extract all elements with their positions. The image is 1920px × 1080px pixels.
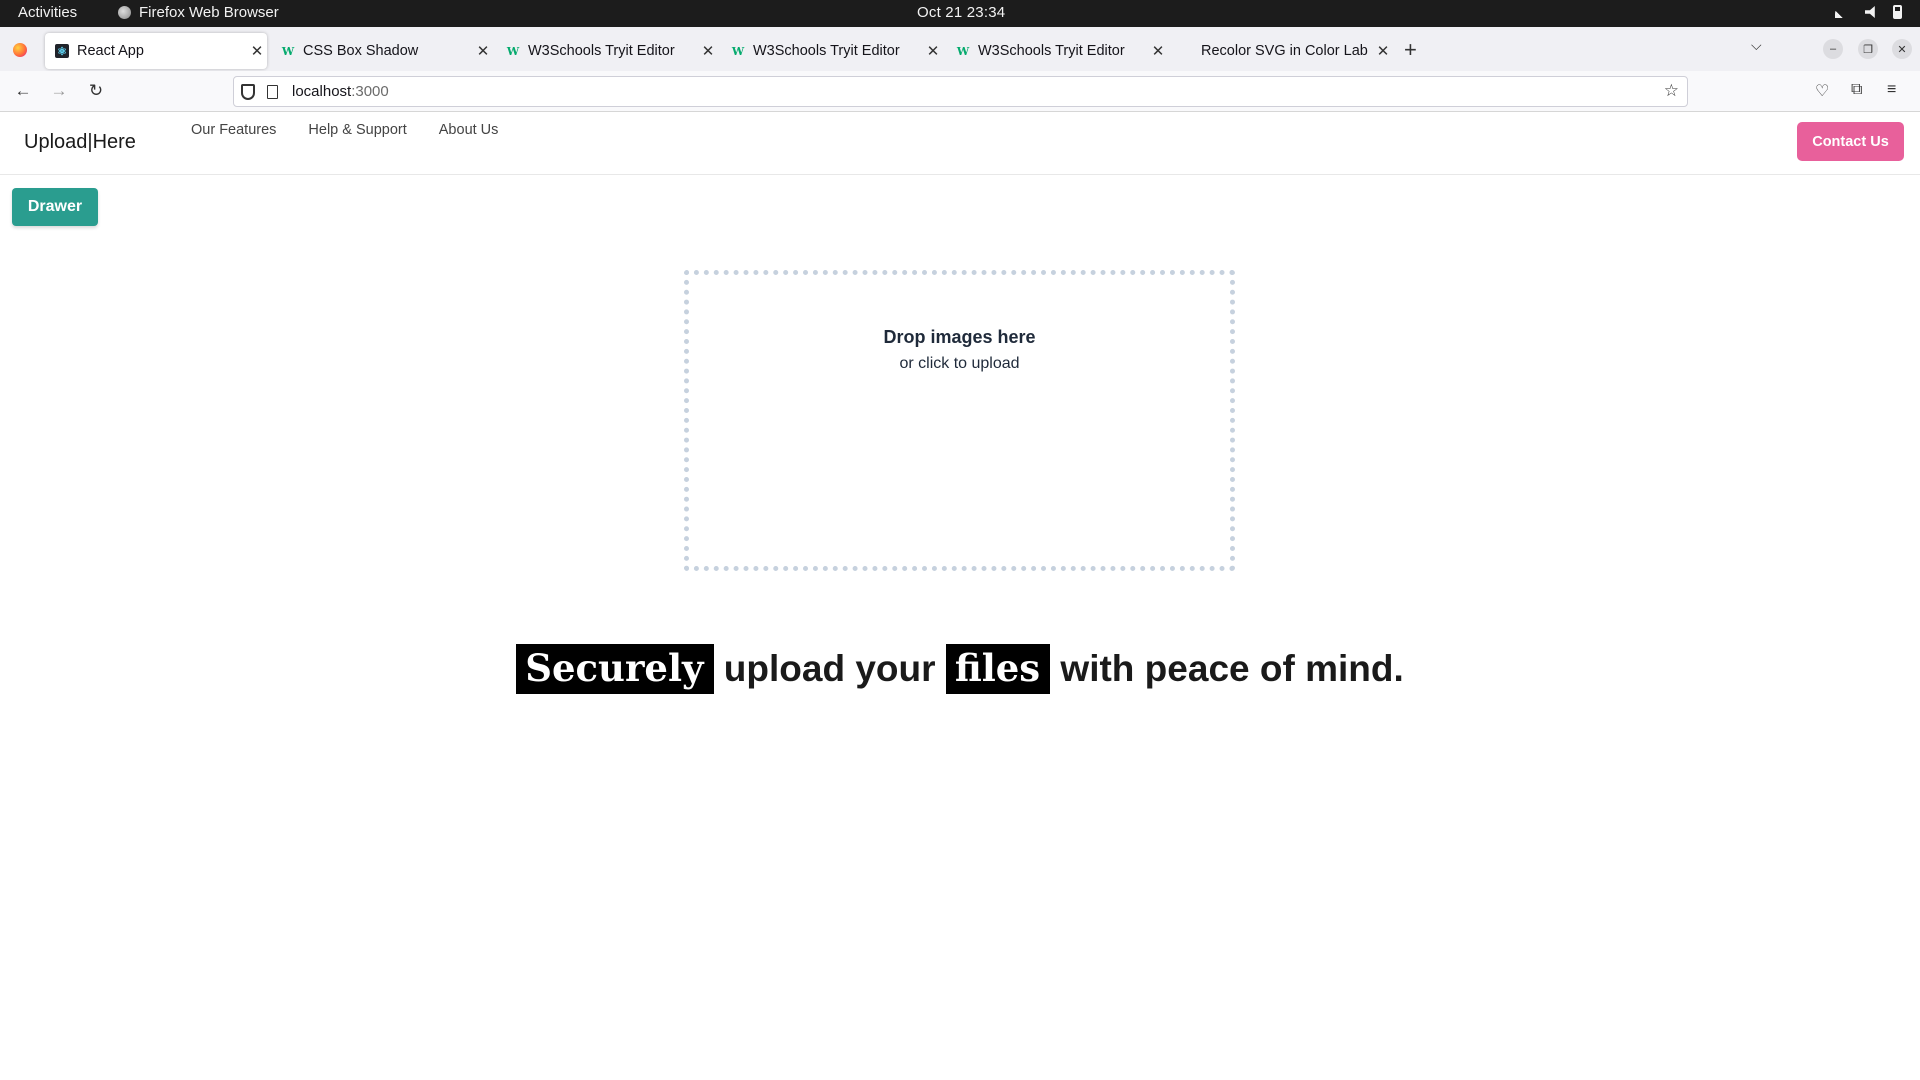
react-icon: ⚛: [55, 44, 69, 58]
volume-icon: [1865, 6, 1875, 18]
dropzone-title: Drop images here: [883, 327, 1036, 347]
extensions-icon[interactable]: ⧉: [1851, 81, 1862, 99]
w3schools-icon: W: [956, 44, 970, 58]
tab-css-box-shadow[interactable]: W CSS Box Shadow ✕: [271, 33, 493, 69]
url-host: localhost: [292, 83, 352, 100]
close-icon[interactable]: ✕: [1373, 42, 1393, 60]
close-window-icon[interactable]: ✕: [1892, 39, 1912, 59]
app-name-label: Firefox Web Browser: [139, 4, 279, 21]
new-tab-icon[interactable]: +: [1404, 37, 1417, 63]
nav-about-us[interactable]: About Us: [439, 122, 499, 138]
tab-w3schools-1[interactable]: W W3Schools Tryit Editor ✕: [496, 33, 718, 69]
forward-icon[interactable]: →: [47, 79, 71, 103]
contact-us-button[interactable]: Contact Us: [1797, 122, 1904, 161]
tab-strip: ⚛ React App ✕ W CSS Box Shadow ✕ W W3Sch…: [0, 27, 1920, 71]
nav-our-features[interactable]: Our Features: [191, 122, 276, 138]
url-text[interactable]: localhost:3000: [292, 83, 389, 100]
firefox-view-icon[interactable]: [13, 43, 27, 57]
system-tray[interactable]: [1835, 5, 1902, 19]
app-menu[interactable]: Firefox Web Browser: [118, 4, 279, 21]
app-header: Upload|Here Our Features Help & Support …: [0, 112, 1920, 175]
w3schools-icon: W: [731, 44, 745, 58]
wifi-icon: [1835, 6, 1851, 18]
tab-title: W3Schools Tryit Editor: [753, 43, 900, 59]
close-icon[interactable]: ✕: [1148, 42, 1168, 60]
shield-icon[interactable]: [241, 83, 255, 100]
chevron-down-icon[interactable]: ⌵: [1751, 37, 1762, 54]
main-nav: Our Features Help & Support About Us: [191, 122, 498, 138]
url-port: :3000: [351, 83, 389, 100]
tagline: Securely upload your files with peace of…: [0, 644, 1920, 694]
tab-w3schools-3[interactable]: W W3Schools Tryit Editor ✕: [946, 33, 1168, 69]
close-icon[interactable]: ✕: [923, 42, 943, 60]
tagline-text-1: upload your: [713, 648, 946, 689]
reload-icon[interactable]: ↻: [84, 79, 108, 103]
close-icon[interactable]: ✕: [247, 42, 267, 60]
drawer-button[interactable]: Drawer: [12, 188, 98, 226]
page-icon[interactable]: [267, 84, 278, 99]
tab-title: React App: [77, 43, 144, 59]
tab-title: CSS Box Shadow: [303, 43, 419, 59]
tab-title: W3Schools Tryit Editor: [528, 43, 675, 59]
w3schools-icon: W: [506, 44, 520, 58]
system-top-bar: Activities Firefox Web Browser Oct 21 23…: [0, 0, 1920, 27]
upload-dropzone[interactable]: Drop images here or click to upload: [684, 270, 1235, 571]
w3schools-icon: W: [281, 44, 295, 58]
bookmark-star-icon[interactable]: ☆: [1664, 81, 1679, 101]
activities-button[interactable]: Activities: [18, 4, 77, 21]
menu-icon[interactable]: ≡: [1887, 81, 1896, 99]
url-bar[interactable]: localhost:3000 ☆: [233, 76, 1688, 107]
tagline-highlight-files: files: [945, 644, 1051, 694]
close-icon[interactable]: ✕: [473, 42, 493, 60]
nav-toolbar: ← → ↻ localhost:3000 ☆ ♡ ⧉ ≡: [0, 71, 1920, 112]
dropzone-subtitle: or click to upload: [899, 355, 1020, 372]
tagline-text-2: with peace of mind.: [1050, 648, 1404, 689]
brand-logo[interactable]: Upload|Here: [24, 131, 136, 154]
tab-title: Recolor SVG in Color Lab: [1201, 43, 1368, 59]
tab-w3schools-2[interactable]: W W3Schools Tryit Editor ✕: [721, 33, 943, 69]
firefox-icon: [118, 6, 131, 19]
battery-icon: [1893, 5, 1902, 19]
clock[interactable]: Oct 21 23:34: [917, 4, 1005, 21]
restore-icon[interactable]: ❐: [1858, 39, 1878, 59]
tagline-highlight-securely: Securely: [516, 644, 714, 694]
back-icon[interactable]: ←: [11, 79, 35, 103]
tab-title: W3Schools Tryit Editor: [978, 43, 1125, 59]
pocket-icon[interactable]: ♡: [1815, 81, 1829, 101]
minimize-icon[interactable]: –: [1823, 39, 1843, 59]
close-icon[interactable]: ✕: [698, 42, 718, 60]
nav-help-support[interactable]: Help & Support: [308, 122, 406, 138]
tab-react-app[interactable]: ⚛ React App ✕: [45, 33, 267, 69]
tab-recolor-svg[interactable]: Recolor SVG in Color Lab ✕: [1171, 33, 1393, 69]
